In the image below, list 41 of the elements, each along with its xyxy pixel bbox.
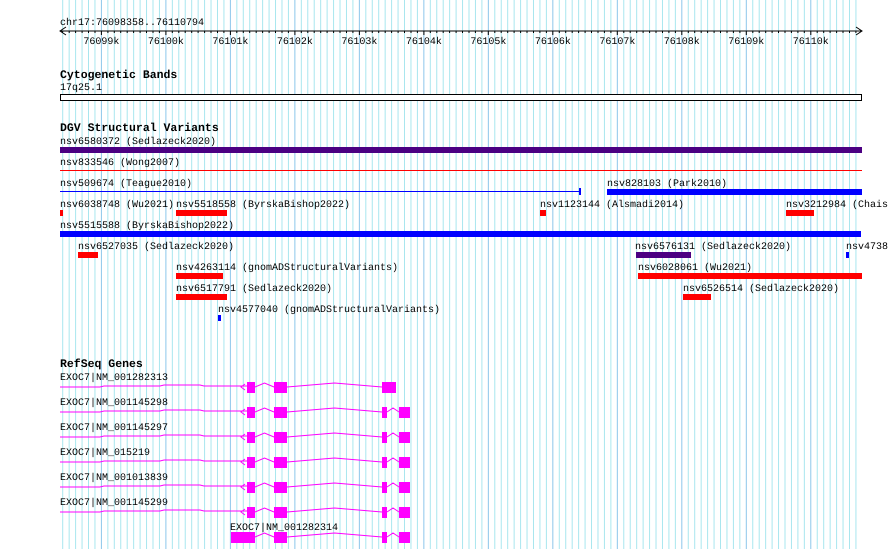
variant-label: nsv6580372 (Sedlazeck2020) [60, 137, 216, 148]
variant-label: nsv4263114 (gnomADStructuralVariants) [176, 263, 398, 274]
variant-label: nsv6527035 (Sedlazeck2020) [78, 242, 234, 253]
variant-label: nsv6028061 (Wu2021) [638, 263, 752, 274]
tick-label: 76099k [83, 37, 120, 48]
tick-label: 76103k [341, 37, 378, 48]
transcript-label: EXOC7|NM_001013839 [60, 473, 168, 484]
tick-label: 76104k [406, 37, 442, 48]
tick-label: 76108k [664, 37, 700, 48]
transcript-label: EXOC7|NM_001145298 [60, 398, 168, 409]
variant-label: nsv6517791 (Sedlazeck2020) [176, 284, 332, 295]
variant-label: nsv5515588 (ByrskaBishop2022) [60, 221, 234, 232]
band-label: 17q25.1 [60, 83, 102, 94]
variant-label: nsv1123144 (Alsmadi2014) [540, 200, 684, 211]
variant-label: nsv828103 (Park2010) [607, 179, 728, 190]
tick-label: 76102k [276, 37, 313, 48]
variant-label: nsv6038748 (Wu2021) [60, 200, 174, 211]
variant-label: nsv6576131 (Sedlazeck2020) [635, 242, 792, 253]
tick-label: 76110k [792, 37, 829, 48]
variant-label: nsv509674 (Teague2010) [60, 179, 192, 190]
transcript-label: EXOC7|NM_001282313 [60, 373, 168, 384]
variant-label: nsv4738 [846, 242, 888, 253]
transcript-label: EXOC7|NM_001145297 [60, 423, 168, 434]
tick-label: 76109k [728, 37, 764, 48]
tick-label: 76107k [599, 37, 636, 48]
transcript-label: EXOC7|NM_001145299 [60, 498, 168, 509]
location-label: chr17:76098358..76110794 [60, 18, 204, 29]
variant-label: nsv5518558 (ByrskaBishop2022) [176, 200, 350, 211]
track-title: Cytogenetic Bands [60, 69, 178, 82]
transcript-label: EXOC7|NM_015219 [60, 448, 150, 459]
track-title: DGV Structural Variants [60, 122, 219, 135]
variant-label: nsv4577040 (gnomADStructuralVariants) [218, 305, 440, 316]
tick-label: 76100k [148, 37, 184, 48]
variant-label: nsv6526514 (Sedlazeck2020) [683, 284, 840, 295]
tick-label: 76105k [470, 37, 506, 48]
tick-label: 76106k [534, 37, 571, 48]
tick-label: 76101k [212, 37, 248, 48]
track-title: RefSeq Genes [60, 358, 143, 371]
variant-label: nsv3212984 (Chais [786, 200, 888, 211]
transcript-label: EXOC7|NM_001282314 [230, 523, 338, 534]
variant-label: nsv833546 (Wong2007) [60, 158, 180, 169]
